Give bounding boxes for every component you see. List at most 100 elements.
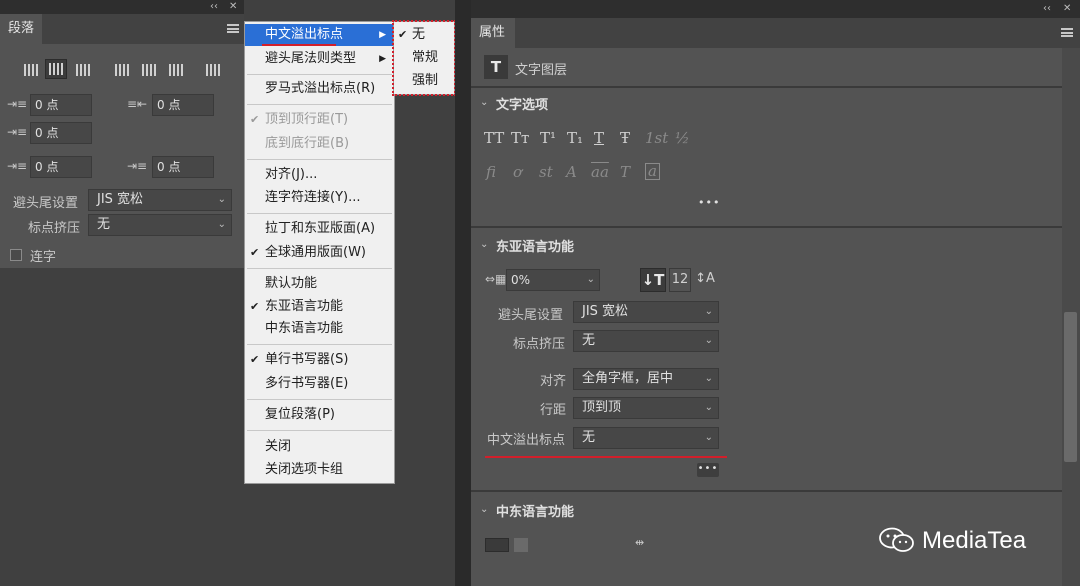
underline-icon[interactable]: T xyxy=(594,129,604,147)
kinsoku-select[interactable]: JIS 宽松 ⌄ xyxy=(88,189,232,211)
chevron-down-icon[interactable]: ⌄ xyxy=(480,504,488,515)
tsume-value: 0% xyxy=(511,273,531,287)
menu-item-label: 拉丁和东亚版面(A) xyxy=(265,221,376,236)
indent-first-line-input[interactable]: 0 点 xyxy=(30,122,92,144)
align-label: 对齐 xyxy=(540,374,567,389)
menu-item-default-features[interactable]: 默认功能 xyxy=(245,273,394,295)
indent-first-line-icon: ⇥≡ xyxy=(7,125,28,139)
menu-item-kinsoku-type[interactable]: 避头尾法则类型 ▶ xyxy=(245,48,394,70)
menu-item-middle-east-features[interactable]: 中东语言功能 xyxy=(245,318,394,340)
space-after-input[interactable]: 0 点 xyxy=(152,156,214,178)
ligatures-icon[interactable]: ﬁ xyxy=(486,163,496,181)
alternate-ligatures-icon[interactable]: ơ xyxy=(513,163,522,181)
tsume-input[interactable]: 0% ⌄ xyxy=(506,269,600,291)
leading-select[interactable]: 顶到顶 ⌄ xyxy=(573,397,719,419)
text-direction-rtl-icon[interactable] xyxy=(514,538,528,552)
text-direction-ltr-icon[interactable] xyxy=(485,538,509,552)
layer-type-label: 文字图层 xyxy=(515,63,568,78)
all-caps-icon[interactable]: TT xyxy=(484,129,504,147)
chevron-down-icon: ⌄ xyxy=(704,402,713,413)
mojikumi-select[interactable]: 无 ⌄ xyxy=(573,330,719,352)
chevron-down-icon[interactable]: ⌄ xyxy=(480,97,488,108)
justify-last-center-button[interactable] xyxy=(138,60,160,80)
justify-last-right-button[interactable] xyxy=(165,60,187,80)
fractions-icon[interactable]: ½ xyxy=(675,129,690,147)
menu-item-label: 单行书写器(S) xyxy=(265,352,349,367)
align-left-button[interactable] xyxy=(20,60,42,80)
collapse-icon[interactable]: ‹‹ xyxy=(210,0,218,14)
ordinals-icon[interactable]: 1st xyxy=(645,129,668,147)
menu-item-latin-east-asian[interactable]: 拉丁和东亚版面(A) xyxy=(245,218,394,240)
align-right-icon xyxy=(76,64,90,76)
menu-item-single-line-composer[interactable]: ✔ 单行书写器(S) xyxy=(245,349,394,371)
indent-right-icon: ≡⇤ xyxy=(127,97,148,111)
menu-item-top-to-top: ✔ 顶到顶行距(T) xyxy=(245,109,394,131)
chevron-down-icon: ⌄ xyxy=(704,432,713,443)
close-icon[interactable]: ✕ xyxy=(229,0,237,14)
menu-separator xyxy=(247,430,392,431)
justify-last-right-icon xyxy=(169,64,183,76)
panel-menu-icon[interactable] xyxy=(227,24,239,33)
tab-properties[interactable]: 属性 xyxy=(471,18,515,48)
kinsoku-value: JIS 宽松 xyxy=(582,304,629,319)
swash-icon[interactable]: A xyxy=(566,163,577,181)
menu-item-hyphenation[interactable]: 连字符连接(Y)... xyxy=(245,187,394,209)
menu-item-justification[interactable]: 对齐(J)... xyxy=(245,164,394,186)
justify-all-button[interactable] xyxy=(202,60,224,80)
middle-east-features-title[interactable]: 中东语言功能 xyxy=(496,501,574,520)
superscript-icon[interactable]: T¹ xyxy=(540,129,556,147)
menu-item-bottom-to-bottom: 底到底行距(B) xyxy=(245,133,394,155)
kinsoku-select[interactable]: JIS 宽松 ⌄ xyxy=(573,301,719,323)
chevron-down-icon[interactable]: ⌄ xyxy=(480,239,488,250)
more-options-icon[interactable]: ••• xyxy=(698,196,720,209)
tate-chu-yoko-button[interactable]: 12 xyxy=(669,268,691,292)
menu-item-close-tab-group[interactable]: 关闭选项卡组 xyxy=(245,459,394,481)
subscript-icon[interactable]: T₁ xyxy=(567,129,583,147)
small-caps-icon[interactable]: Tт xyxy=(511,129,529,147)
menu-item-roman-hanging[interactable]: 罗马式溢出标点(R) xyxy=(245,78,394,100)
collapse-icon[interactable]: ‹‹ xyxy=(1043,2,1051,16)
justify-last-center-icon xyxy=(142,64,156,76)
align-center-button[interactable] xyxy=(45,59,67,79)
menu-item-label: 默认功能 xyxy=(265,276,318,291)
ornaments-icon[interactable]: a xyxy=(645,163,660,180)
kashida-icon[interactable]: ⇹ xyxy=(635,536,644,549)
menu-separator xyxy=(247,159,392,160)
menu-item-label: 避头尾法则类型 xyxy=(265,51,357,66)
titling-alternates-icon[interactable]: T xyxy=(620,163,630,181)
menu-item-label: 东亚语言功能 xyxy=(265,299,344,314)
more-options-button[interactable]: ••• xyxy=(697,463,719,477)
panel-menu-icon[interactable] xyxy=(1061,28,1073,37)
mojikumi-label: 标点挤压 xyxy=(513,337,566,352)
space-before-input[interactable]: 0 点 xyxy=(30,156,92,178)
scrollbar-thumb[interactable] xyxy=(1064,312,1077,462)
stylistic-alternates-icon[interactable]: aa xyxy=(591,163,609,181)
menu-item-burasagari[interactable]: 中文溢出标点 ▶ xyxy=(245,24,394,46)
menu-item-world-ready[interactable]: ✔ 全球通用版面(W) xyxy=(245,242,394,264)
align-select[interactable]: 全角字框，居中 ⌄ xyxy=(573,368,719,390)
panel-gap xyxy=(455,0,471,586)
mojikumi-select[interactable]: 无 ⌄ xyxy=(88,214,232,236)
tab-paragraph[interactable]: 段落 xyxy=(0,14,42,44)
menu-item-multi-line-composer[interactable]: 多行书写器(E) xyxy=(245,373,394,395)
menu-item-label: 复位段落(P) xyxy=(265,407,335,422)
justify-last-left-button[interactable] xyxy=(111,60,133,80)
hyphenate-checkbox[interactable] xyxy=(10,249,22,261)
menu-item-reset-paragraph[interactable]: 复位段落(P) xyxy=(245,404,394,426)
indent-right-input[interactable]: 0 点 xyxy=(152,94,214,116)
align-right-button[interactable] xyxy=(72,60,94,80)
menu-item-close[interactable]: 关闭 xyxy=(245,436,394,458)
warichu-button[interactable]: ↕A xyxy=(694,268,716,292)
chevron-down-icon: ⌄ xyxy=(217,194,226,205)
menu-item-label: 关闭 xyxy=(265,439,292,454)
burasagari-select[interactable]: 无 ⌄ xyxy=(573,427,719,449)
strikethrough-icon[interactable]: Ŧ xyxy=(620,129,630,147)
menu-item-east-asian-features[interactable]: ✔ 东亚语言功能 xyxy=(245,296,394,318)
east-asian-features-title[interactable]: 东亚语言功能 xyxy=(496,236,574,255)
text-options-title[interactable]: 文字选项 xyxy=(496,94,548,113)
indent-left-icon: ⇥≡ xyxy=(7,97,28,111)
indent-left-input[interactable]: 0 点 xyxy=(30,94,92,116)
close-icon[interactable]: ✕ xyxy=(1063,2,1071,16)
old-style-icon[interactable]: st xyxy=(539,163,553,181)
rotate-tate-chu-yoko-button[interactable]: ↓T xyxy=(640,268,666,292)
